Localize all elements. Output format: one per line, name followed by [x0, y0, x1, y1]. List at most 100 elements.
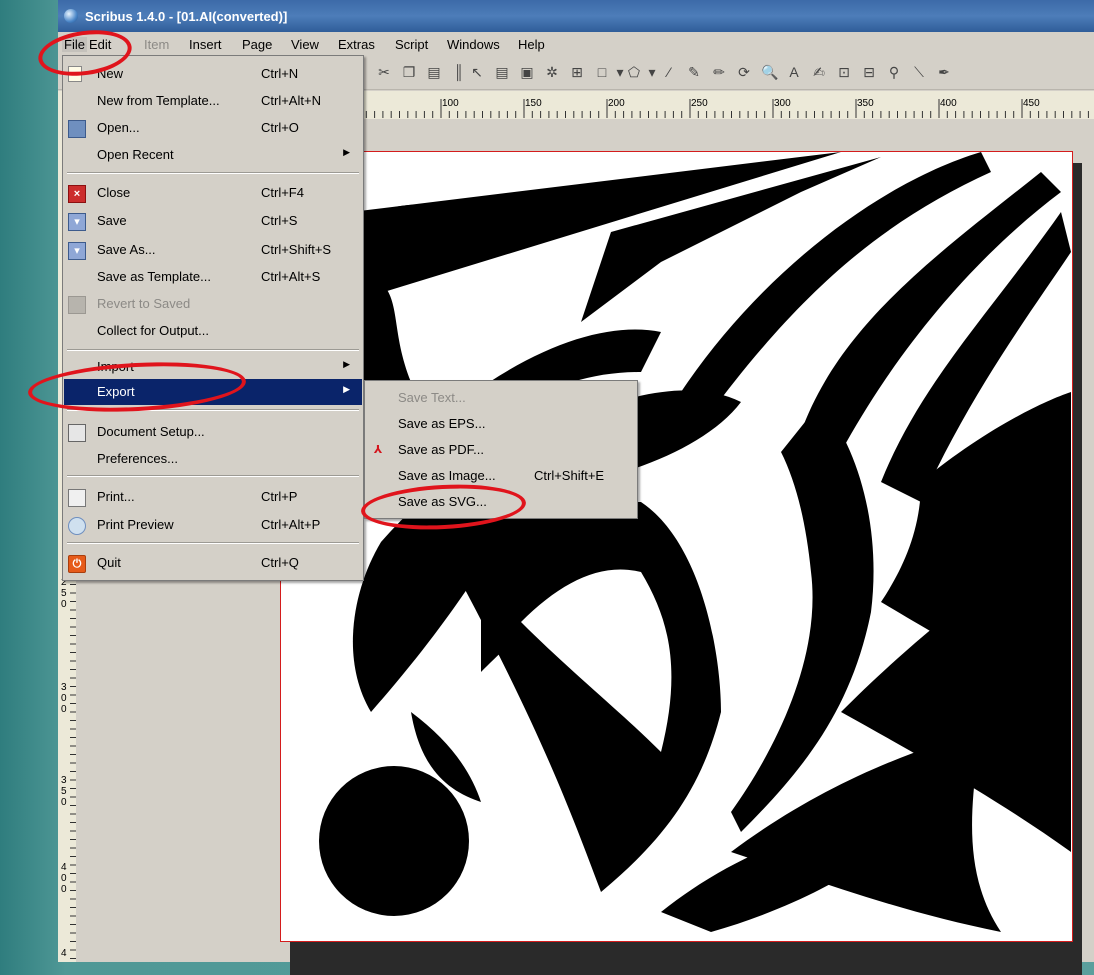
artwork-graphic[interactable]	[281, 152, 1072, 941]
menu-collect-for-output[interactable]: Collect for Output...	[64, 318, 362, 344]
menu-save-as-pdf[interactable]: ⅄ Save as PDF...	[366, 437, 636, 463]
menu-save-text-label: Save Text...	[398, 390, 466, 405]
menu-help[interactable]: Help	[518, 37, 545, 52]
paste-icon[interactable]: ▤	[426, 64, 442, 80]
menu-export-label: Export	[97, 384, 135, 399]
ruler-label-250: 250	[691, 98, 708, 109]
menu-save-as-image[interactable]: Save as Image... Ctrl+Shift+E	[366, 463, 636, 489]
text-frame-icon[interactable]: ▤	[494, 64, 510, 80]
menu-save-as-eps-label: Save as EPS...	[398, 416, 486, 431]
polygon-icon[interactable]: ⬠	[626, 64, 642, 80]
menu-export[interactable]: Export ▶	[64, 379, 362, 405]
menu-document-setup-label: Document Setup...	[97, 424, 205, 439]
ruler-label-400: 400	[940, 98, 957, 109]
save-as-icon: ▾	[68, 242, 86, 260]
menu-quit-shortcut: Ctrl+Q	[261, 555, 299, 570]
menu-close-label: Close	[97, 185, 131, 200]
select-tool-icon[interactable]: ↖	[469, 64, 485, 80]
edit-text-icon[interactable]: A	[786, 64, 802, 80]
menu-save-as-svg[interactable]: Save as SVG...	[366, 489, 636, 515]
menu-print-preview-label: Print Preview	[97, 517, 174, 532]
measure-icon[interactable]: ⚲	[886, 64, 902, 80]
menu-print[interactable]: Print... Ctrl+P	[64, 484, 362, 510]
menu-insert[interactable]: Insert	[189, 37, 222, 52]
title-bar[interactable]: Scribus 1.4.0 - [01.AI(converted)]	[58, 0, 1094, 32]
menu-extras[interactable]: Extras	[338, 37, 375, 52]
image-frame-icon[interactable]: ▣	[519, 64, 535, 80]
shape-icon[interactable]: □	[594, 64, 610, 80]
submenu-arrow-icon: ▶	[343, 384, 350, 394]
menu-quit[interactable]: ⏻ Quit Ctrl+Q	[64, 550, 362, 576]
copy-properties-icon[interactable]: ⟍	[911, 64, 927, 80]
menu-print-preview[interactable]: Print Preview Ctrl+Alt+P	[64, 512, 362, 538]
menu-bar: File Edit Item Insert Page View Extras S…	[58, 33, 1094, 55]
menu-save-as-svg-label: Save as SVG...	[398, 494, 487, 509]
menu-collect-for-output-label: Collect for Output...	[97, 323, 209, 338]
zoom-icon[interactable]: 🔍	[761, 64, 778, 80]
menu-separator	[67, 409, 359, 411]
menu-item[interactable]: Item	[144, 37, 169, 52]
ruler-label-200: 200	[608, 98, 625, 109]
menu-view[interactable]: View	[291, 37, 319, 52]
ruler-label-150: 150	[525, 98, 542, 109]
file-menu: New Ctrl+N New from Template... Ctrl+Alt…	[62, 55, 364, 581]
menu-new-from-template-label: New from Template...	[97, 93, 220, 108]
vruler-label-300: 300	[61, 682, 67, 715]
menu-open-label: Open...	[97, 120, 140, 135]
menu-open[interactable]: Open... Ctrl+O	[64, 115, 362, 141]
menu-save-as[interactable]: ▾ Save As... Ctrl+Shift+S	[64, 237, 362, 263]
new-document-icon	[68, 66, 82, 82]
menu-script[interactable]: Script	[395, 37, 428, 52]
menu-page[interactable]: Page	[242, 37, 272, 52]
eyedropper-icon[interactable]: ✒	[936, 64, 952, 80]
menu-save-as-image-label: Save as Image...	[398, 468, 496, 483]
menu-save-as-label: Save As...	[97, 242, 156, 257]
menu-save-shortcut: Ctrl+S	[261, 213, 298, 228]
menu-document-setup[interactable]: Document Setup...	[64, 419, 362, 445]
menu-windows[interactable]: Windows	[447, 37, 500, 52]
menu-save-as-template-label: Save as Template...	[97, 269, 211, 284]
menu-save-as-eps[interactable]: Save as EPS...	[366, 411, 636, 437]
menu-close-shortcut: Ctrl+F4	[261, 185, 304, 200]
menu-save-text[interactable]: Save Text...	[366, 385, 636, 411]
link-frames-icon[interactable]: ⊡	[836, 64, 852, 80]
ruler-label-450: 450	[1023, 98, 1040, 109]
menu-print-shortcut: Ctrl+P	[261, 489, 298, 504]
menu-file[interactable]: File	[62, 37, 87, 52]
document-page[interactable]	[280, 151, 1073, 942]
menu-revert-to-saved[interactable]: Revert to Saved	[64, 291, 362, 317]
ruler-label-300: 300	[774, 98, 791, 109]
rotate-icon[interactable]: ⟳	[736, 64, 752, 80]
menu-new-from-template-shortcut: Ctrl+Alt+N	[261, 93, 321, 108]
menu-close[interactable]: × Close Ctrl+F4	[64, 180, 362, 206]
unlink-frames-icon[interactable]: ⊟	[861, 64, 877, 80]
ruler-label-350: 350	[857, 98, 874, 109]
menu-new[interactable]: New Ctrl+N	[64, 61, 362, 87]
close-icon: ×	[68, 185, 86, 203]
vruler-label-250: 250	[61, 577, 67, 610]
copy-icon[interactable]: ❐	[401, 64, 417, 80]
menu-open-recent[interactable]: Open Recent ▶	[64, 142, 362, 168]
render-frame-icon[interactable]: ✲	[544, 64, 560, 80]
line-icon[interactable]: ⁄	[661, 64, 677, 80]
menu-new-from-template[interactable]: New from Template... Ctrl+Alt+N	[64, 88, 362, 114]
cut-icon[interactable]: ✂	[376, 64, 392, 80]
menu-preferences[interactable]: Preferences...	[64, 446, 362, 472]
polygon-dropdown-icon[interactable]: ▾	[644, 64, 660, 80]
menu-save-as-template[interactable]: Save as Template... Ctrl+Alt+S	[64, 264, 362, 290]
submenu-arrow-icon: ▶	[343, 359, 350, 369]
document-setup-icon	[68, 424, 86, 442]
menu-edit[interactable]: Edit	[89, 37, 111, 52]
menu-print-preview-shortcut: Ctrl+Alt+P	[261, 517, 321, 532]
menu-import-label: Import	[97, 359, 134, 374]
printer-icon	[68, 489, 86, 507]
edit-story-icon[interactable]: ✍	[811, 64, 827, 80]
menu-quit-label: Quit	[97, 555, 121, 570]
menu-save[interactable]: ▾ Save Ctrl+S	[64, 208, 362, 234]
menu-import[interactable]: Import ▶	[64, 354, 362, 380]
bezier-icon[interactable]: ✎	[686, 64, 702, 80]
freehand-icon[interactable]: ✏	[711, 64, 727, 80]
menu-save-label: Save	[97, 213, 127, 228]
vruler-label-350: 350	[61, 775, 67, 808]
table-icon[interactable]: ⊞	[569, 64, 585, 80]
